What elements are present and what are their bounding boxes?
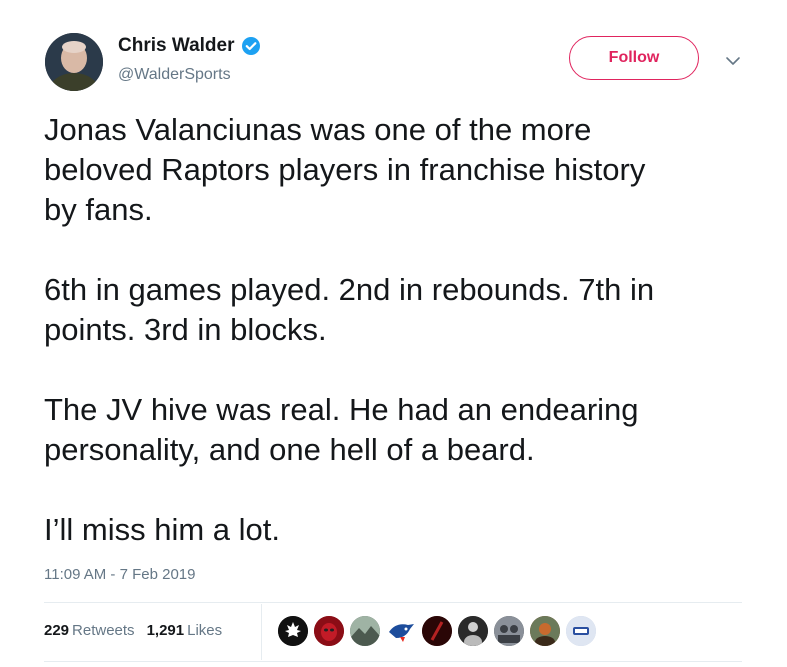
retweets-stat[interactable]: 229 Retweets (44, 622, 135, 639)
liker-avatars (276, 614, 600, 648)
liker-avatar[interactable] (420, 614, 454, 648)
divider (44, 602, 742, 603)
person-avatar-icon (45, 33, 103, 91)
hockey-logo-avatar-icon (566, 616, 596, 646)
tweet-text: Jonas Valanciunas was one of the more be… (44, 112, 655, 547)
liker-avatar[interactable] (348, 614, 382, 648)
display-name[interactable]: Chris Walder (118, 35, 235, 57)
verified-badge-icon (241, 37, 260, 55)
liker-avatar[interactable] (384, 614, 418, 648)
liker-avatar[interactable] (492, 614, 526, 648)
group-photo-avatar-icon (494, 616, 524, 646)
likes-stat[interactable]: 1,291 Likes (147, 622, 223, 639)
author-avatar[interactable] (45, 33, 103, 91)
tweet-timestamp[interactable]: 11:09 AM - 7 Feb 2019 (44, 566, 196, 583)
retweets-count: 229 (44, 622, 70, 639)
liker-avatar[interactable] (312, 614, 346, 648)
liker-avatar[interactable] (276, 614, 310, 648)
maple-leaf-avatar-icon (278, 616, 308, 646)
player-avatar-icon (458, 616, 488, 646)
landscape-avatar-icon (350, 616, 380, 646)
red-mask-avatar-icon (314, 616, 344, 646)
user-handle[interactable]: @WalderSports (118, 66, 231, 84)
divider (44, 661, 742, 662)
chevron-down-icon[interactable] (725, 55, 741, 67)
tweet-stats: 229 Retweets 1,291 Likes (44, 622, 222, 639)
likes-label: Likes (187, 622, 223, 639)
liker-avatar[interactable] (456, 614, 490, 648)
author-name-row: Chris Walder (118, 35, 261, 57)
liker-avatar[interactable] (528, 614, 562, 648)
likes-count: 1,291 (146, 622, 185, 639)
follow-button[interactable]: Follow (569, 36, 699, 80)
retweets-label: Retweets (72, 622, 135, 639)
blue-jay-avatar-icon (386, 616, 416, 646)
liker-avatar[interactable] (564, 614, 598, 648)
orange-photo-avatar-icon (530, 616, 560, 646)
stats-divider (261, 604, 262, 660)
dark-red-avatar-icon (422, 616, 452, 646)
